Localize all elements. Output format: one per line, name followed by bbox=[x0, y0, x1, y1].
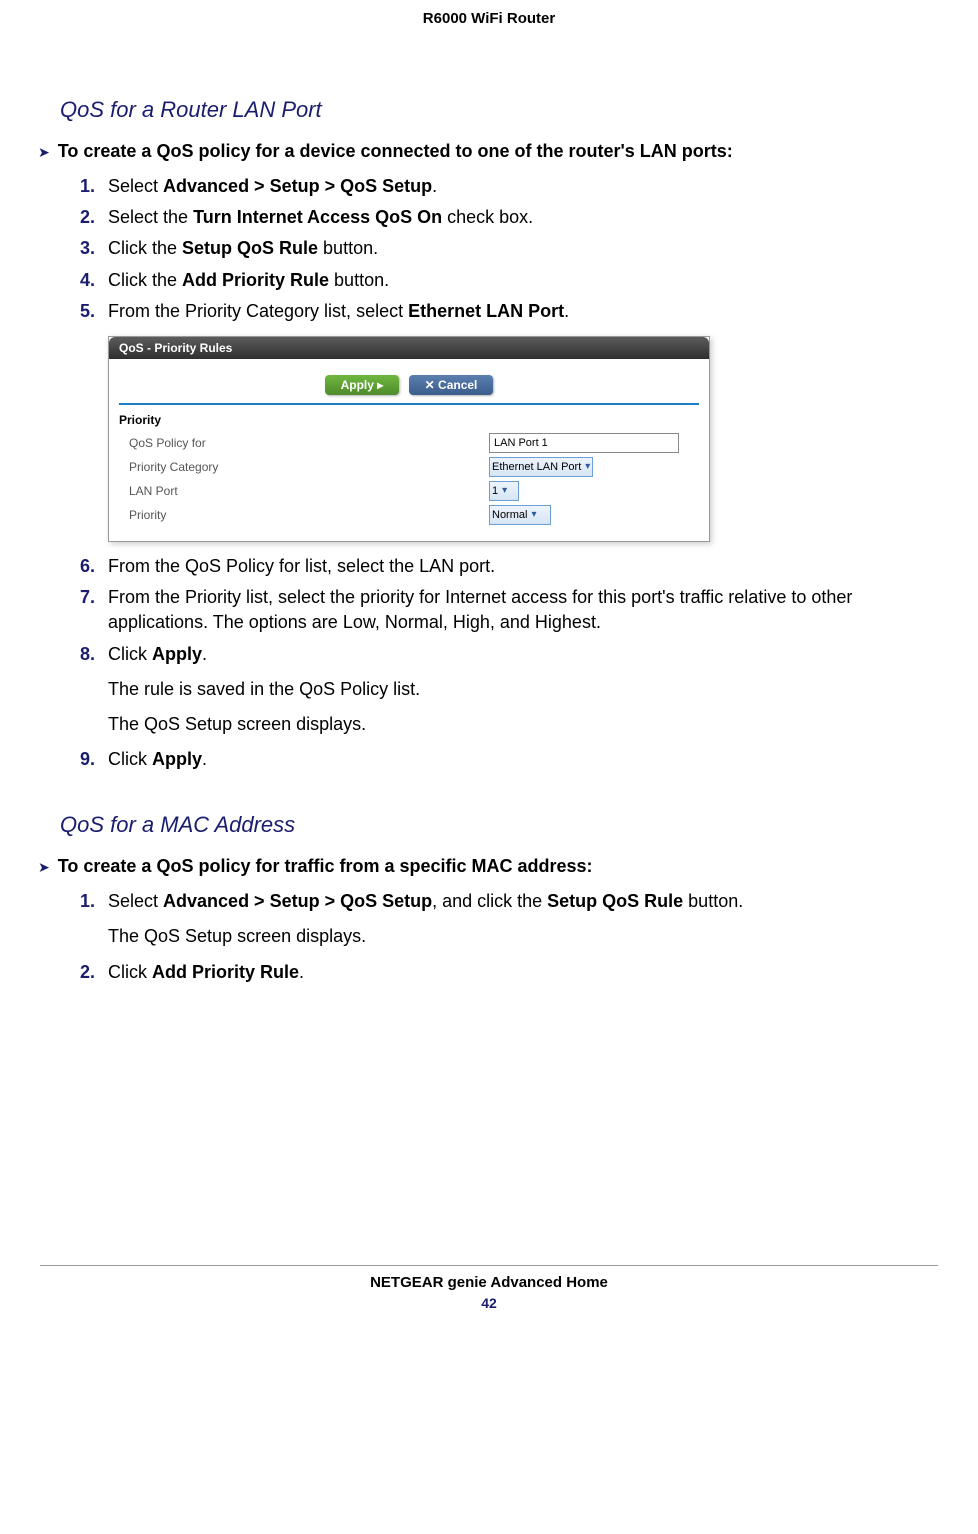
row-category: Priority Category Ethernet LAN Port▾ bbox=[119, 455, 699, 479]
qos-screenshot: QoS - Priority Rules Apply ▸ ✕ Cancel Pr… bbox=[108, 336, 710, 542]
mac-step-2: 2. Click Add Priority Rule. bbox=[80, 960, 938, 985]
page-number: 42 bbox=[0, 1295, 978, 1311]
product-header: R6000 WiFi Router bbox=[0, 0, 978, 57]
chevron-down-icon: ▾ bbox=[585, 459, 590, 475]
footer-rule bbox=[40, 1265, 938, 1266]
priority-category-select[interactable]: Ethernet LAN Port▾ bbox=[489, 457, 593, 477]
cancel-button[interactable]: ✕ Cancel bbox=[409, 375, 494, 395]
apply-button[interactable]: Apply ▸ bbox=[325, 375, 400, 395]
chevron-down-icon: ▾ bbox=[531, 507, 536, 523]
section-title-mac: QoS for a MAC Address bbox=[60, 812, 938, 838]
priority-section-label: Priority bbox=[119, 413, 699, 427]
qos-policy-for-input[interactable]: LAN Port 1 bbox=[489, 433, 679, 453]
step-9: 9. Click Apply. bbox=[80, 747, 938, 772]
screenshot-title-bar: QoS - Priority Rules bbox=[109, 337, 709, 359]
arrow-icon: ➤ bbox=[38, 144, 50, 161]
lan-port-select[interactable]: 1▾ bbox=[489, 481, 519, 501]
row-policy-for: QoS Policy for LAN Port 1 bbox=[119, 431, 699, 455]
mac-step-1-note: The QoS Setup screen displays. bbox=[108, 924, 938, 949]
step-1: 1. Select Advanced > Setup > QoS Setup. bbox=[80, 174, 938, 199]
row-priority: Priority Normal▾ bbox=[119, 503, 699, 527]
arrow-icon: ➤ bbox=[38, 859, 50, 876]
step-5: 5. From the Priority Category list, sele… bbox=[80, 299, 938, 324]
step-3: 3. Click the Setup QoS Rule button. bbox=[80, 236, 938, 261]
step-4: 4. Click the Add Priority Rule button. bbox=[80, 268, 938, 293]
step-2: 2. Select the Turn Internet Access QoS O… bbox=[80, 205, 938, 230]
mac-step-1: 1. Select Advanced > Setup > QoS Setup, … bbox=[80, 889, 938, 914]
section-title-lan-port: QoS for a Router LAN Port bbox=[60, 97, 938, 123]
step-8: 8. Click Apply. bbox=[80, 642, 938, 667]
step-8-note-1: The rule is saved in the QoS Policy list… bbox=[108, 677, 938, 702]
step-8-note-2: The QoS Setup screen displays. bbox=[108, 712, 938, 737]
lead-text-mac: To create a QoS policy for traffic from … bbox=[58, 856, 593, 877]
step-7: 7. From the Priority list, select the pr… bbox=[80, 585, 938, 635]
step-6: 6. From the QoS Policy for list, select … bbox=[80, 554, 938, 579]
chevron-down-icon: ▾ bbox=[502, 483, 507, 499]
row-lan-port: LAN Port 1▾ bbox=[119, 479, 699, 503]
priority-select[interactable]: Normal▾ bbox=[489, 505, 551, 525]
lead-text-lan: To create a QoS policy for a device conn… bbox=[58, 141, 733, 162]
footer-chapter: NETGEAR genie Advanced Home bbox=[0, 1274, 978, 1291]
divider bbox=[119, 403, 699, 405]
